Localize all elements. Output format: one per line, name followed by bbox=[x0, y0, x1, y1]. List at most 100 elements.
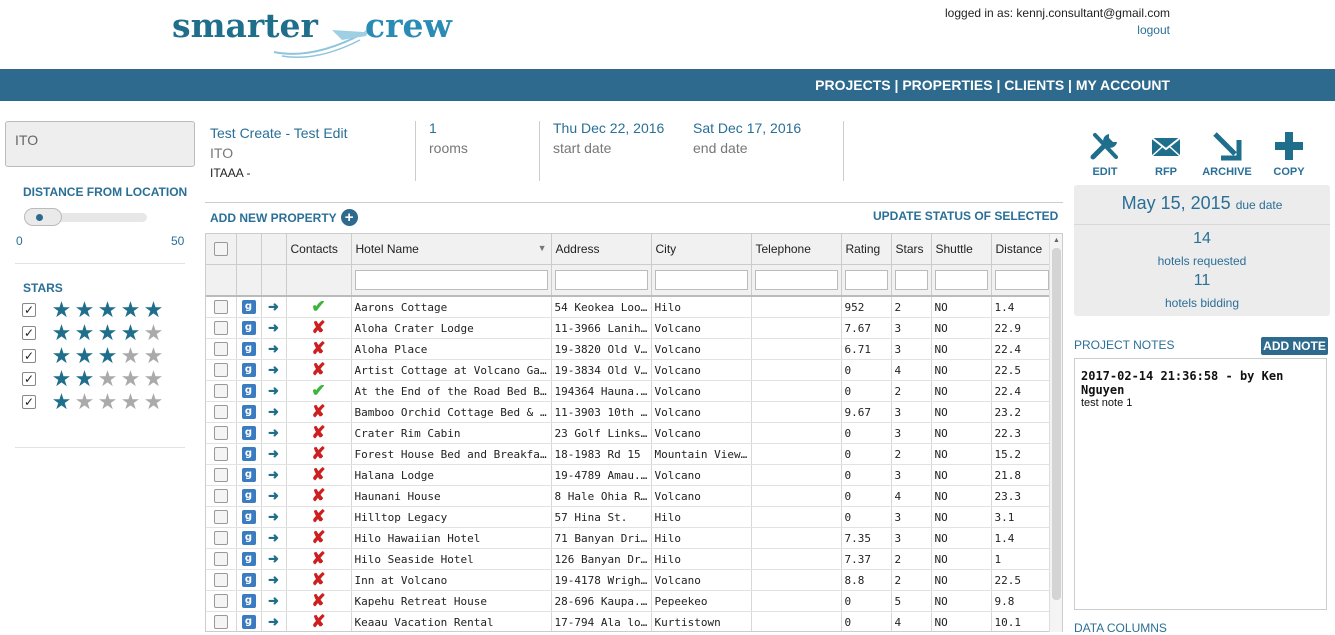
go-arrow-icon[interactable]: ➜ bbox=[261, 401, 287, 423]
star-filter-row[interactable]: ✓ ★ ★ ★ ★ ★ bbox=[22, 368, 165, 390]
filter-address[interactable] bbox=[554, 269, 648, 290]
filter-stars[interactable] bbox=[894, 269, 928, 290]
scrollbar-thumb[interactable] bbox=[1052, 248, 1061, 600]
cell-hotel[interactable]: At the End of the Road Bed Bre... bbox=[351, 380, 552, 402]
filter-city[interactable] bbox=[654, 269, 748, 290]
cell-hotel[interactable]: Crater Rim Cabin bbox=[351, 422, 552, 444]
star-filter-row[interactable]: ✓ ★ ★ ★ ★ ★ bbox=[22, 345, 165, 367]
cell-hotel[interactable]: Hilo Hawaiian Hotel bbox=[351, 527, 552, 549]
cell-hotel[interactable]: Artist Cottage at Volcano Garde... bbox=[351, 359, 552, 381]
logout-link[interactable]: logout bbox=[1137, 23, 1170, 37]
go-arrow-icon[interactable]: ➜ bbox=[261, 422, 287, 444]
table-row[interactable]: g➜✘Crater Rim Cabin23 Golf Links ...Volc… bbox=[206, 422, 1053, 444]
cell-hotel[interactable]: Halana Lodge bbox=[351, 464, 552, 486]
star-filter-checkbox[interactable]: ✓ bbox=[22, 326, 36, 340]
row-checkbox[interactable] bbox=[206, 464, 237, 486]
rfp-button[interactable]: RFP bbox=[1141, 130, 1191, 178]
select-all-checkbox[interactable] bbox=[206, 234, 237, 265]
header-distance[interactable]: Distance bbox=[991, 234, 1053, 265]
row-checkbox[interactable] bbox=[206, 296, 237, 318]
cell-hotel[interactable]: Hilo Seaside Hotel bbox=[351, 548, 552, 570]
filter-distance[interactable] bbox=[994, 269, 1049, 290]
row-checkbox[interactable] bbox=[206, 506, 237, 528]
google-icon[interactable]: g bbox=[236, 443, 262, 465]
row-checkbox[interactable] bbox=[206, 317, 237, 339]
row-checkbox[interactable] bbox=[206, 401, 237, 423]
cell-hotel[interactable]: Keaau Vacation Rental bbox=[351, 611, 552, 631]
cell-hotel[interactable]: Aarons Cottage bbox=[351, 296, 552, 318]
filter-rating[interactable] bbox=[844, 269, 888, 290]
row-checkbox[interactable] bbox=[206, 422, 237, 444]
google-icon[interactable]: g bbox=[236, 464, 262, 486]
table-row[interactable]: g ➜ ✘ Hilltop Legacy 57 Hina St. Hilo 0 3 NO 3.1 bbox=[206, 506, 1053, 528]
star-filter-checkbox[interactable]: ✓ bbox=[22, 372, 36, 386]
nav-projects[interactable]: PROJECTS bbox=[815, 77, 890, 93]
google-icon[interactable]: g bbox=[236, 527, 262, 549]
header-telephone[interactable]: Telephone bbox=[751, 234, 842, 265]
go-arrow-icon[interactable]: ➜ bbox=[261, 464, 287, 486]
table-row[interactable]: g ➜ ✘ Bamboo Orchid Cottage Bed & ... 11-390… bbox=[206, 401, 1053, 423]
sort-dropdown-icon[interactable]: ▼ bbox=[538, 243, 547, 253]
google-icon[interactable]: g bbox=[236, 569, 262, 591]
google-icon[interactable]: g bbox=[236, 506, 262, 528]
header-hotel-name[interactable]: Hotel Name ▼ bbox=[351, 234, 552, 265]
go-arrow-icon[interactable]: ➜ bbox=[261, 506, 287, 528]
cell-hotel[interactable]: Hilltop Legacy bbox=[351, 506, 552, 528]
copy-button[interactable]: COPY bbox=[1264, 130, 1314, 178]
table-row[interactable]: g➜✘Haunani House8 Hale Ohia Ro...Volcano… bbox=[206, 485, 1053, 507]
header-city[interactable]: City bbox=[651, 234, 752, 265]
cell-hotel[interactable]: Aloha Crater Lodge bbox=[351, 317, 552, 339]
google-icon[interactable]: g bbox=[236, 317, 262, 339]
table-row[interactable]: g➜✘Artist Cottage at Volcano Garde...19-… bbox=[206, 359, 1053, 381]
row-checkbox[interactable] bbox=[206, 443, 237, 465]
table-row[interactable]: g ➜ ✘ Hilo Seaside Hotel 126 Banyan Dr... Hil… bbox=[206, 548, 1053, 570]
archive-button[interactable]: ARCHIVE bbox=[1202, 130, 1252, 178]
edit-button[interactable]: EDIT bbox=[1080, 130, 1130, 178]
star-filter-row[interactable]: ✓ ★ ★ ★ ★ ★ bbox=[22, 299, 165, 321]
filter-telephone[interactable] bbox=[754, 269, 838, 290]
nav-my-account[interactable]: MY ACCOUNT bbox=[1076, 77, 1170, 93]
cell-hotel[interactable]: Haunani House bbox=[351, 485, 552, 507]
cell-hotel[interactable]: Forest House Bed and Breakfast bbox=[351, 443, 552, 465]
filter-shuttle[interactable] bbox=[934, 269, 988, 290]
nav-properties[interactable]: PROPERTIES bbox=[902, 77, 992, 93]
go-arrow-icon[interactable]: ➜ bbox=[261, 443, 287, 465]
header-stars[interactable]: Stars bbox=[891, 234, 932, 265]
go-arrow-icon[interactable]: ➜ bbox=[261, 317, 287, 339]
header-shuttle[interactable]: Shuttle bbox=[931, 234, 992, 265]
go-arrow-icon[interactable]: ➜ bbox=[261, 380, 287, 402]
go-arrow-icon[interactable]: ➜ bbox=[261, 485, 287, 507]
go-arrow-icon[interactable]: ➜ bbox=[261, 590, 287, 612]
star-filter-row[interactable]: ✓ ★ ★ ★ ★ ★ bbox=[22, 391, 165, 413]
star-filter-checkbox[interactable]: ✓ bbox=[22, 349, 36, 363]
table-row[interactable]: g ➜ ✘ Halana Lodge 19-4789 Amau... Volcano 0 3 N… bbox=[206, 464, 1053, 486]
header-address[interactable]: Address bbox=[551, 234, 652, 265]
cell-hotel[interactable]: Kapehu Retreat House bbox=[351, 590, 552, 612]
row-checkbox[interactable] bbox=[206, 338, 237, 360]
add-note-button[interactable]: ADD NOTE bbox=[1261, 337, 1328, 355]
table-row[interactable]: g ➜ ✔ Aarons Cottage 54 Keokea Loo... Hilo 952… bbox=[206, 296, 1053, 318]
star-filter-row[interactable]: ✓ ★ ★ ★ ★ ★ bbox=[22, 322, 165, 344]
star-filter-checkbox[interactable]: ✓ bbox=[22, 303, 36, 317]
go-arrow-icon[interactable]: ➜ bbox=[261, 338, 287, 360]
table-row[interactable]: g ➜ ✘ Inn at Volcano 19-4178 Wrigh... Volcano… bbox=[206, 569, 1053, 591]
project-title[interactable]: Test Create - Test Edit bbox=[210, 123, 347, 143]
google-icon[interactable]: g bbox=[236, 548, 262, 570]
cell-hotel[interactable]: Inn at Volcano bbox=[351, 569, 552, 591]
row-checkbox[interactable] bbox=[206, 359, 237, 381]
go-arrow-icon[interactable]: ➜ bbox=[261, 569, 287, 591]
google-icon[interactable]: g bbox=[236, 296, 262, 318]
data-columns-label[interactable]: DATA COLUMNS bbox=[1074, 621, 1167, 635]
go-arrow-icon[interactable]: ➜ bbox=[261, 296, 287, 318]
table-row[interactable]: g ➜ ✘ Kapehu Retreat House 28-696 Kaupa... Pe… bbox=[206, 590, 1053, 612]
table-scrollbar[interactable]: ▲ bbox=[1049, 234, 1062, 632]
row-checkbox[interactable] bbox=[206, 590, 237, 612]
filter-hotel-name[interactable] bbox=[354, 269, 548, 290]
nav-clients[interactable]: CLIENTS bbox=[1004, 77, 1064, 93]
row-checkbox[interactable] bbox=[206, 485, 237, 507]
cell-hotel[interactable]: Bamboo Orchid Cottage Bed & ... bbox=[351, 401, 552, 423]
go-arrow-icon[interactable]: ➜ bbox=[261, 359, 287, 381]
row-checkbox[interactable] bbox=[206, 380, 237, 402]
scroll-up-icon[interactable]: ▲ bbox=[1053, 237, 1060, 244]
go-arrow-icon[interactable]: ➜ bbox=[261, 548, 287, 570]
